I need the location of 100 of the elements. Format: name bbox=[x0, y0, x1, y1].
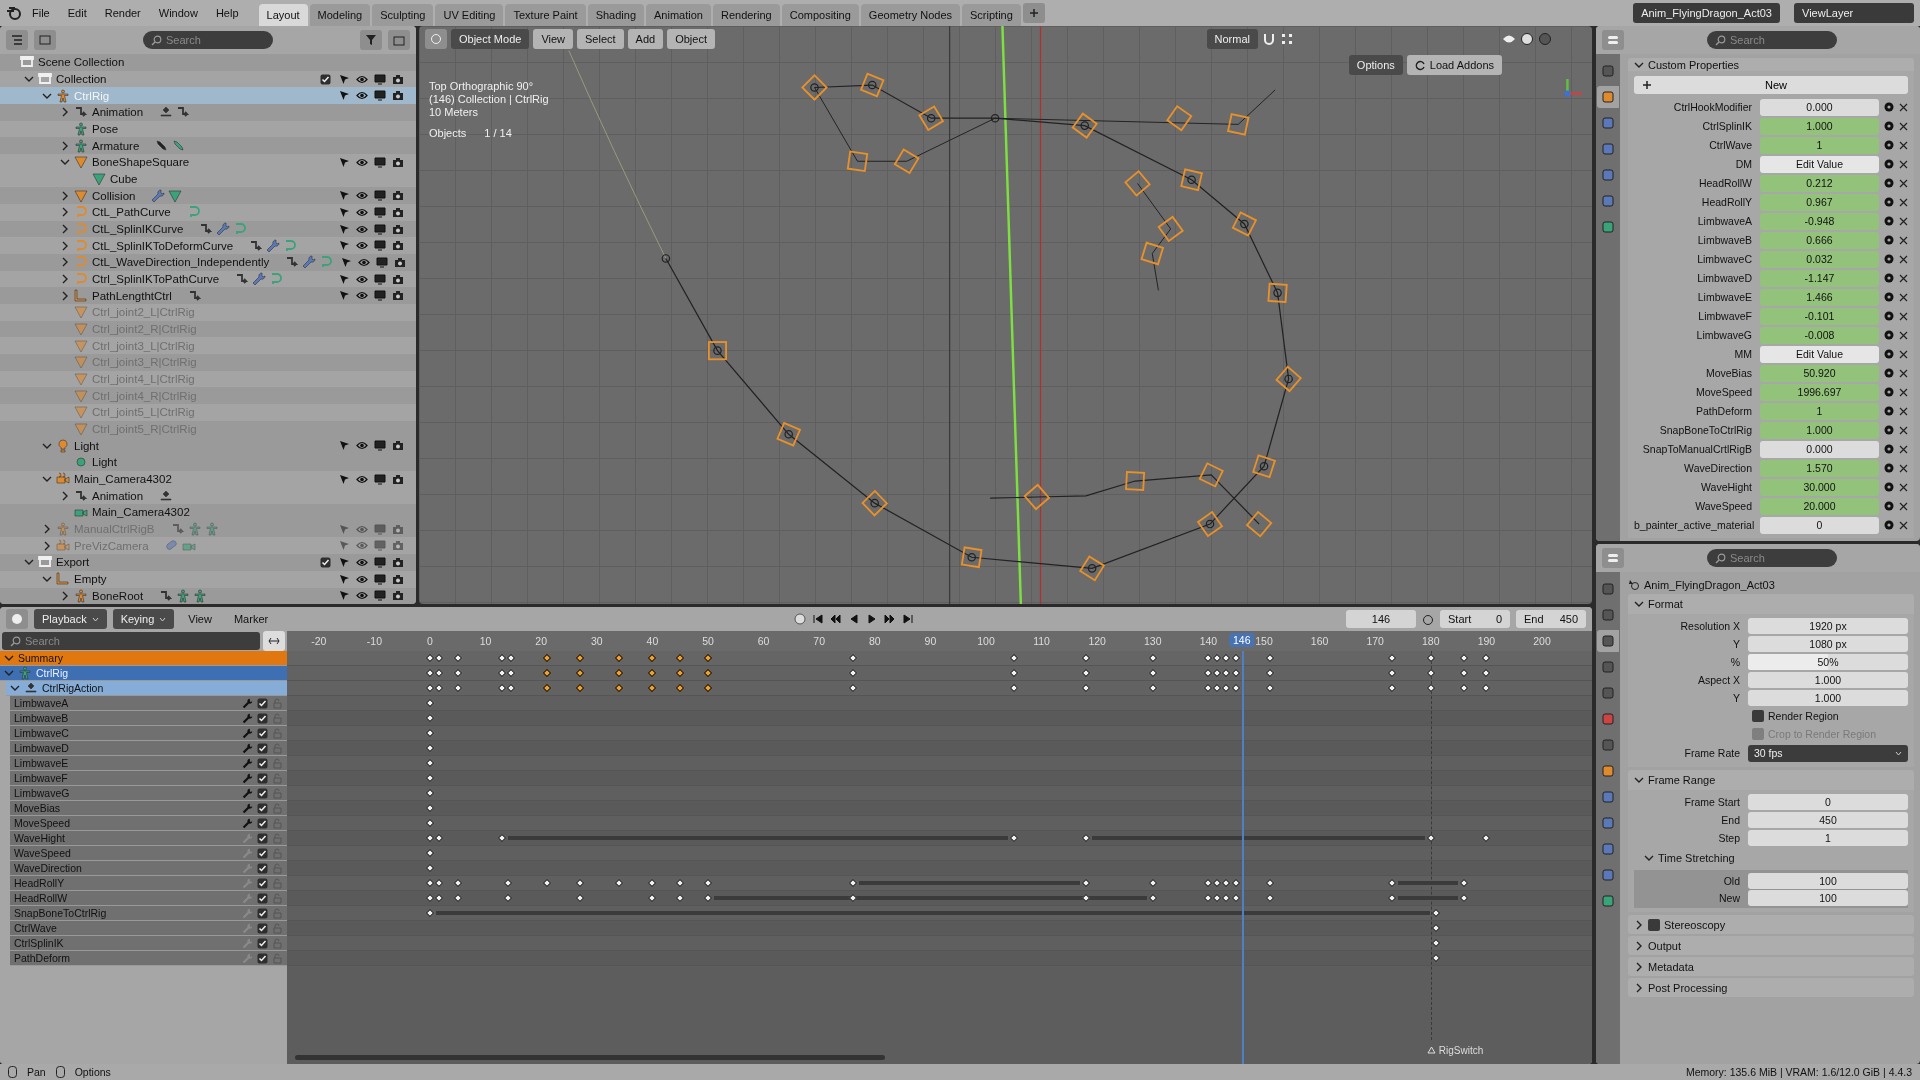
property-value-field[interactable]: 0.212 bbox=[1760, 174, 1879, 192]
menu-item[interactable]: View bbox=[533, 29, 574, 49]
property-value-field[interactable]: 1.000 bbox=[1760, 117, 1879, 135]
channel-row[interactable]: WaveSpeed bbox=[10, 846, 287, 861]
channel-row[interactable]: PathDeform bbox=[10, 951, 287, 966]
outliner-row[interactable]: Scene Collection bbox=[0, 54, 416, 71]
outliner-row[interactable]: Collision bbox=[0, 187, 416, 205]
new-property-button[interactable]: New bbox=[1634, 76, 1908, 94]
panel-header[interactable]: Format bbox=[1628, 594, 1914, 614]
number-field[interactable]: 1 bbox=[1748, 829, 1908, 846]
menu-item[interactable]: Object bbox=[667, 29, 715, 49]
property-value-field[interactable]: 0.000 bbox=[1760, 98, 1879, 116]
current-frame-indicator[interactable]: 146 bbox=[1229, 633, 1255, 647]
outliner-row[interactable]: Light bbox=[0, 437, 416, 455]
property-value-field[interactable]: -0.101 bbox=[1760, 307, 1879, 325]
menu-item[interactable]: Help bbox=[207, 2, 247, 24]
menu-item[interactable]: Add bbox=[627, 29, 664, 49]
property-value-field[interactable]: 0.032 bbox=[1760, 250, 1879, 268]
menu-item[interactable]: Window bbox=[150, 2, 206, 24]
number-field[interactable]: 100 bbox=[1748, 889, 1908, 906]
panel-header[interactable]: Stereoscopy bbox=[1628, 915, 1914, 934]
number-field[interactable]: 1.000 bbox=[1748, 671, 1908, 688]
channel-row[interactable]: WaveHight bbox=[10, 831, 287, 846]
workspace-tab[interactable]: Geometry Nodes bbox=[860, 4, 960, 26]
marker-label[interactable]: RigSwitch bbox=[1438, 1045, 1484, 1056]
property-value-field[interactable]: 1 bbox=[1760, 136, 1879, 154]
outliner-row[interactable]: Main_Camera4302 bbox=[0, 504, 416, 521]
mode-dropdown[interactable]: Object Mode bbox=[451, 29, 530, 49]
number-field[interactable]: 1.000 bbox=[1748, 689, 1908, 706]
channel-row[interactable]: LimbwaveG bbox=[10, 786, 287, 801]
workspace-tab[interactable]: Layout bbox=[258, 4, 308, 26]
outliner-row[interactable]: CtL_SplinIKToDeformCurve bbox=[0, 237, 416, 255]
channel-row[interactable]: HeadRollW bbox=[10, 891, 287, 906]
frame-rate-dropdown[interactable]: 30 fps bbox=[1748, 744, 1908, 762]
workspace-tab[interactable]: Sculpting bbox=[372, 4, 434, 26]
property-value-field[interactable]: 20.000 bbox=[1760, 497, 1879, 515]
panel-header[interactable]: Custom Properties bbox=[1628, 58, 1914, 71]
end-frame-field[interactable]: End 450 bbox=[1516, 610, 1586, 628]
property-value-field[interactable]: 0.666 bbox=[1760, 231, 1879, 249]
workspace-tab[interactable]: Modeling bbox=[309, 4, 371, 26]
menu-item[interactable]: Select bbox=[577, 29, 624, 49]
property-value-field[interactable]: -0.948 bbox=[1760, 212, 1879, 230]
panel-header[interactable]: Output bbox=[1628, 936, 1914, 955]
channel-row[interactable]: CtrlWave bbox=[10, 921, 287, 936]
channel-row[interactable]: HeadRollY bbox=[10, 876, 287, 891]
number-field[interactable]: 1920 px bbox=[1748, 617, 1908, 634]
keyframe-track-area[interactable]: -20 -10 0 10 20 30 40 50 60 70 80 90 100 110 120 130 140 146 150 160 170 180 190 200 RigSwitch bbox=[287, 631, 1592, 1064]
panel-header[interactable]: Post Processing bbox=[1628, 978, 1914, 997]
channel-row[interactable]: LimbwaveD bbox=[10, 741, 287, 756]
outliner-row[interactable]: CtL_WaveDirection_Independently bbox=[0, 254, 416, 271]
channel-row[interactable]: MoveBias bbox=[10, 801, 287, 816]
property-value-field[interactable]: 50.920 bbox=[1760, 364, 1879, 382]
channel-row[interactable]: SnapBoneToCtrlRig bbox=[10, 906, 287, 921]
workspace-tab[interactable]: UV Editing bbox=[435, 4, 504, 26]
menu-item[interactable]: Render bbox=[96, 2, 149, 24]
workspace-tab[interactable]: Animation bbox=[646, 4, 711, 26]
outliner-row[interactable]: PathLengthtCtrl bbox=[0, 287, 416, 305]
number-field[interactable]: 450 bbox=[1748, 811, 1908, 828]
edit-value-button[interactable]: Edit Value bbox=[1760, 155, 1879, 173]
summary-row[interactable]: Summary bbox=[0, 651, 287, 666]
workspace-tab[interactable]: Scripting bbox=[962, 4, 1021, 26]
outliner-row[interactable]: Armature bbox=[0, 137, 416, 155]
outliner-row[interactable]: BoneShapeSquare bbox=[0, 154, 416, 171]
outliner-row[interactable]: Animation bbox=[0, 487, 416, 505]
menu-item[interactable]: View bbox=[180, 608, 220, 630]
workspace-tab[interactable]: Texture Paint bbox=[505, 4, 586, 26]
property-value-field[interactable]: 0.967 bbox=[1760, 193, 1879, 211]
menu-item[interactable]: Marker bbox=[225, 608, 277, 630]
property-value-field[interactable]: -0.008 bbox=[1760, 326, 1879, 344]
channel-row[interactable]: LimbwaveF bbox=[10, 771, 287, 786]
channel-row[interactable]: LimbwaveA bbox=[10, 696, 287, 711]
workspace-tab[interactable]: Rendering bbox=[712, 4, 780, 26]
menu-item[interactable]: Edit bbox=[59, 2, 95, 24]
property-value-field[interactable]: 1.000 bbox=[1760, 421, 1879, 439]
channel-row[interactable]: LimbwaveC bbox=[10, 726, 287, 741]
load-addons-button[interactable]: Load Addons bbox=[1406, 55, 1502, 75]
property-value-field[interactable]: 1996.697 bbox=[1760, 383, 1879, 401]
outliner-row[interactable]: CtL_PathCurve bbox=[0, 204, 416, 221]
property-value-field[interactable]: 1 bbox=[1760, 402, 1879, 420]
percentage-slider[interactable]: 50% bbox=[1748, 653, 1908, 670]
start-frame-field[interactable]: Start 0 bbox=[1440, 610, 1510, 628]
action-channel-row[interactable]: CtrlRigAction bbox=[6, 681, 287, 696]
number-field[interactable]: 100 bbox=[1748, 872, 1908, 889]
property-value-field[interactable]: 1.570 bbox=[1760, 459, 1879, 477]
channel-row[interactable]: LimbwaveE bbox=[10, 756, 287, 771]
property-value-field[interactable]: -1.147 bbox=[1760, 269, 1879, 287]
outliner-row[interactable]: Export bbox=[0, 554, 416, 571]
menu-dropdown[interactable]: Playback bbox=[34, 609, 107, 629]
channel-row[interactable]: WaveDirection bbox=[10, 861, 287, 876]
scene-field[interactable]: Anim_FlyingDragon_Act03 bbox=[1633, 3, 1780, 23]
object-channel-row[interactable]: CtrlRig bbox=[0, 666, 287, 681]
number-field[interactable]: 0 bbox=[1748, 793, 1908, 810]
workspace-tab[interactable]: Compositing bbox=[781, 4, 859, 26]
property-value-field[interactable]: 0.000 bbox=[1760, 440, 1879, 458]
property-value-field[interactable]: 30.000 bbox=[1760, 478, 1879, 496]
view-layer-field[interactable]: ViewLayer bbox=[1794, 3, 1914, 23]
outliner-row[interactable]: Light bbox=[0, 454, 416, 471]
panel-header[interactable]: Frame Range bbox=[1628, 770, 1914, 790]
menu-dropdown[interactable]: Keying bbox=[112, 609, 175, 629]
orientation-dropdown[interactable]: Normal bbox=[1206, 29, 1258, 49]
